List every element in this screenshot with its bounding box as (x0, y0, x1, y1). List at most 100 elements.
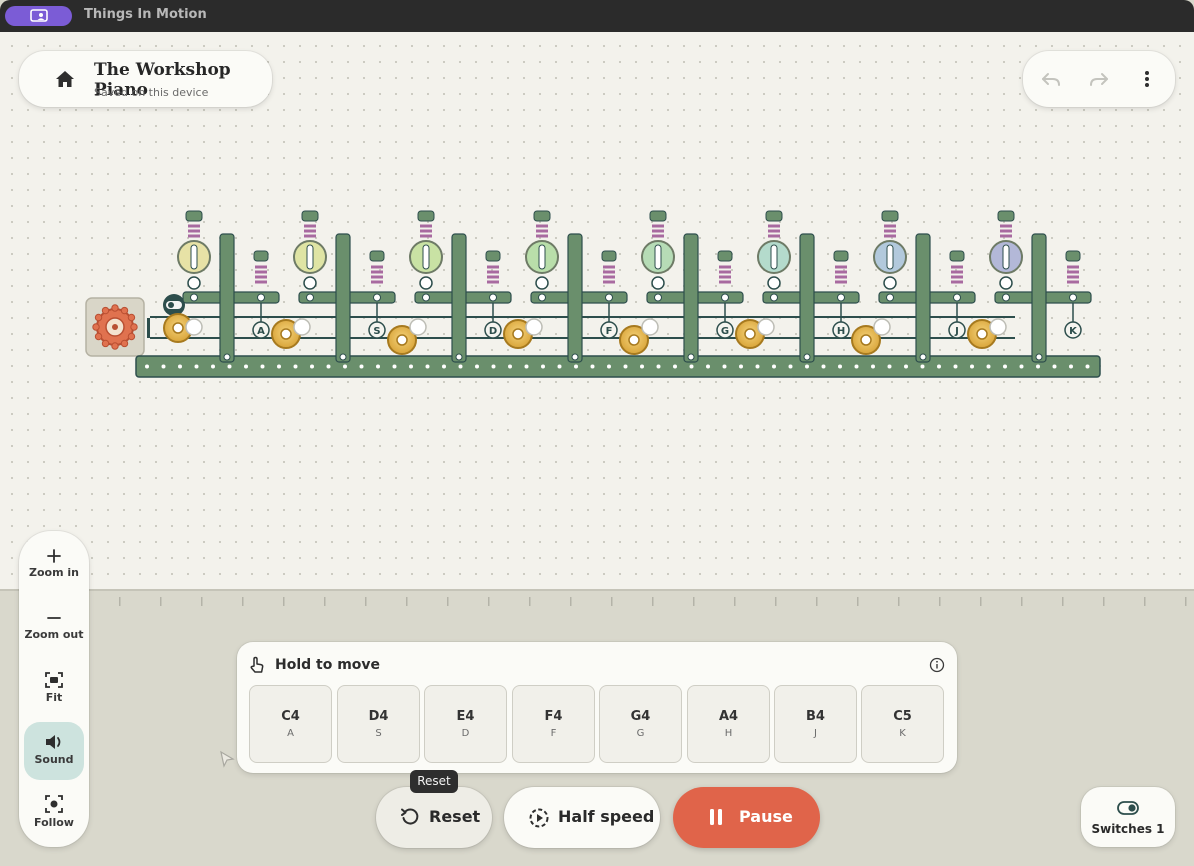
zoom-out-button[interactable]: Zoom out (19, 610, 89, 641)
half-speed-label: Half speed (558, 807, 655, 826)
key-letter: H (837, 326, 845, 337)
ruler-tick (488, 597, 490, 606)
key-spring (603, 265, 615, 284)
support-post (915, 233, 931, 363)
piano-key-c4[interactable]: C4 A (249, 685, 332, 763)
rail-hole (871, 364, 875, 369)
piano-key-d4[interactable]: D4 S (337, 685, 420, 763)
hammer-cap (301, 210, 319, 222)
cog-tooth (127, 332, 136, 341)
support-post (567, 233, 583, 363)
ruler-tick (570, 597, 572, 606)
ruler-tick (775, 597, 777, 606)
rail-hole (821, 364, 826, 369)
rail-hole (805, 364, 809, 369)
rail-hole (920, 364, 925, 369)
more-menu-icon[interactable] (1136, 68, 1158, 90)
zoom-in-button[interactable]: Zoom in (19, 548, 89, 579)
post-bolt (687, 353, 695, 361)
key-note: C5 (893, 709, 912, 724)
pivot (190, 293, 198, 302)
rail-hole (706, 364, 710, 369)
piano-key-a4[interactable]: A4 H (687, 685, 770, 763)
toolbar-card (1023, 51, 1175, 107)
switches-button[interactable]: Switches 1 (1081, 787, 1175, 847)
support-post (335, 233, 351, 363)
pivot (770, 293, 778, 302)
hammer-cap (881, 210, 899, 222)
post-bolt (571, 353, 579, 361)
ruler-tick (611, 597, 613, 606)
key-spring (487, 265, 499, 284)
rail-hole (1085, 364, 1090, 369)
sound-toggle[interactable]: Sound (19, 733, 89, 766)
home-icon[interactable] (55, 70, 75, 88)
support-post (219, 233, 235, 363)
key-note: B4 (806, 709, 825, 724)
half-speed-button[interactable]: Half speed (504, 787, 660, 848)
toggle-switch-icon (1117, 801, 1139, 815)
rail-hole (838, 364, 842, 369)
key-note: D4 (368, 709, 389, 724)
support-post (799, 233, 815, 363)
rail-hole (1019, 364, 1024, 369)
rail-hole (293, 364, 298, 369)
key-cap (1065, 250, 1081, 262)
key-shortcut: J (814, 728, 817, 739)
hammer-cap (765, 210, 783, 222)
cam-hub (860, 334, 872, 346)
floor-ruler (119, 597, 1187, 606)
follower-wheel (409, 318, 427, 336)
piano-key-b4[interactable]: B4 J (774, 685, 857, 763)
cam-hub (744, 328, 756, 340)
follower-wheel (525, 318, 543, 336)
bell-joint (767, 276, 781, 290)
post-bolt (803, 353, 811, 361)
cam-hub (396, 334, 408, 346)
piano-key-c5[interactable]: C5 K (861, 685, 944, 763)
spring (652, 224, 664, 238)
pause-button[interactable]: Pause (673, 787, 820, 848)
reset-tooltip: Reset (410, 770, 458, 793)
follower-wheel (293, 318, 311, 336)
key-spring (835, 265, 847, 284)
redo-icon[interactable] (1088, 68, 1110, 90)
post-bolt (339, 353, 347, 361)
key-spring (255, 265, 267, 284)
rail-hole (376, 364, 380, 369)
key-letter: K (1069, 326, 1078, 337)
bell-joint (535, 276, 549, 290)
piano-key-g4[interactable]: G4 G (599, 685, 682, 763)
key-shortcut: S (375, 728, 382, 739)
support-post (1031, 233, 1047, 363)
keyboard-panel-title: Hold to move (275, 657, 381, 673)
reset-button[interactable]: Reset (376, 787, 492, 848)
rail-hole (491, 364, 496, 369)
rail-hole (788, 364, 793, 369)
rail-hole (1003, 364, 1007, 369)
undo-icon[interactable] (1040, 68, 1062, 90)
ruler-tick (693, 597, 695, 606)
motor[interactable] (85, 297, 145, 357)
follow-button[interactable]: Follow (19, 794, 89, 829)
fit-button[interactable]: Fit (19, 671, 89, 704)
rail-hole (211, 364, 215, 369)
rail-hole (277, 364, 281, 369)
key-cap (601, 250, 617, 262)
follow-target-icon (45, 795, 63, 813)
hammer-cap (417, 210, 435, 222)
piano-key-e4[interactable]: E4 D (424, 685, 507, 763)
ruler-tick (283, 597, 285, 606)
bell-clapper (770, 244, 778, 270)
info-icon[interactable] (929, 657, 945, 673)
spring (188, 224, 200, 238)
bell-clapper (306, 244, 314, 270)
key-note: C4 (281, 709, 300, 724)
rail-hole (970, 364, 974, 369)
speaker-icon (46, 735, 61, 749)
ruler-tick (242, 597, 244, 606)
rail-hole (145, 364, 149, 369)
ruler-tick (857, 597, 859, 606)
rail-hole (359, 364, 364, 369)
piano-key-f4[interactable]: F4 F (512, 685, 595, 763)
